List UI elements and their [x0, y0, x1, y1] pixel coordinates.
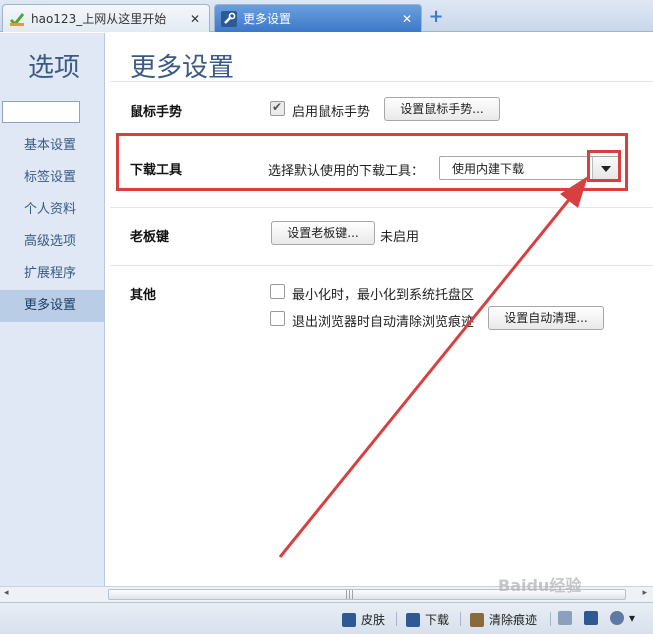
speaker-icon	[558, 611, 572, 625]
set-auto-clean-button[interactable]: 设置自动清理...	[488, 306, 604, 330]
scroll-left-icon[interactable]: ◂	[4, 588, 9, 598]
other-label: 其他	[130, 288, 157, 303]
scrollbar-grip: |||	[345, 590, 355, 600]
minimize-to-tray-checkbox[interactable]	[270, 284, 285, 299]
tab-close-icon[interactable]: ✕	[187, 12, 203, 26]
divider	[110, 81, 653, 82]
new-tab-plus-icon[interactable]: +	[428, 8, 444, 26]
enable-mouse-gesture-checkbox[interactable]	[270, 100, 285, 116]
skin-button[interactable]: 皮肤	[342, 611, 385, 628]
sidebar-item-advanced[interactable]: 高级选项	[0, 226, 104, 258]
sidebar-title: 选项	[28, 53, 81, 83]
boss-key-status: 未启用	[380, 230, 420, 245]
download-label: 下载	[425, 613, 450, 627]
tab-hao123[interactable]: hao123_上网从这里开始 ✕	[2, 4, 210, 32]
download-button[interactable]: 下载	[406, 611, 449, 628]
tab-title: 更多设置	[243, 12, 292, 26]
set-boss-key-button[interactable]: 设置老板键...	[271, 221, 375, 245]
mouse-gesture-label: 鼠标手势	[130, 105, 183, 120]
clear-traces-on-exit-label: 退出浏览器时自动清除浏览痕迹	[292, 315, 475, 330]
clear-traces-button[interactable]: 清除痕迹	[470, 611, 537, 628]
printer-icon	[584, 611, 598, 625]
download-tool-highlight-box	[116, 133, 628, 191]
clear-traces-label: 清除痕迹	[489, 613, 538, 627]
download-icon	[406, 612, 420, 627]
options-search-input[interactable]	[2, 101, 80, 123]
clear-traces-on-exit-checkbox[interactable]	[270, 311, 285, 326]
tab-more-settings[interactable]: 更多设置 ✕	[214, 4, 422, 32]
skin-label: 皮肤	[361, 613, 386, 627]
divider	[550, 612, 551, 626]
minimize-to-tray-label: 最小化时，最小化到系统托盘区	[292, 288, 475, 303]
sidebar-item-profile[interactable]: 个人资料	[0, 194, 104, 226]
shirt-icon	[342, 612, 356, 627]
sidebar-item-tabs[interactable]: 标签设置	[0, 162, 104, 194]
boss-key-label: 老板键	[130, 230, 170, 245]
zoom-dropdown-icon[interactable]: ▾	[629, 611, 635, 625]
divider	[110, 207, 653, 208]
divider	[460, 612, 461, 626]
status-bar: 皮肤 下载 清除痕迹 ▾	[0, 602, 653, 634]
settings-panel: 更多设置 鼠标手势 启用鼠标手势 设置鼠标手势... 下载工具 选择默认使用的下…	[106, 33, 653, 586]
hao123-logo-icon	[9, 12, 25, 26]
broom-icon	[470, 612, 484, 627]
sidebar-item-more-settings[interactable]: 更多设置	[0, 290, 104, 322]
tab-close-icon[interactable]: ✕	[399, 12, 415, 26]
divider	[396, 612, 397, 626]
zoom-button[interactable]: ▾	[610, 611, 635, 625]
baidu-watermark: Baidu经验	[498, 576, 582, 595]
print-button[interactable]	[584, 611, 603, 625]
sidebar-item-extensions[interactable]: 扩展程序	[0, 258, 104, 290]
sidebar-item-basic[interactable]: 基本设置	[0, 130, 104, 162]
divider	[110, 265, 653, 266]
enable-mouse-gesture-label: 启用鼠标手势	[292, 105, 371, 120]
set-mouse-gesture-button[interactable]: 设置鼠标手势...	[384, 97, 500, 121]
wrench-icon	[221, 10, 237, 27]
page-title: 更多设置	[130, 53, 235, 83]
tab-title: hao123_上网从这里开始	[31, 12, 167, 26]
volume-button[interactable]	[558, 611, 577, 625]
scroll-right-icon[interactable]: ▸	[642, 588, 647, 598]
dropdown-highlight-box	[587, 150, 621, 182]
tab-strip: hao123_上网从这里开始 ✕ 更多设置 ✕ +	[0, 0, 653, 32]
options-sidebar: 选项 基本设置 标签设置 个人资料 高级选项 扩展程序 更多设置	[0, 33, 105, 586]
magnifier-icon	[610, 611, 624, 625]
